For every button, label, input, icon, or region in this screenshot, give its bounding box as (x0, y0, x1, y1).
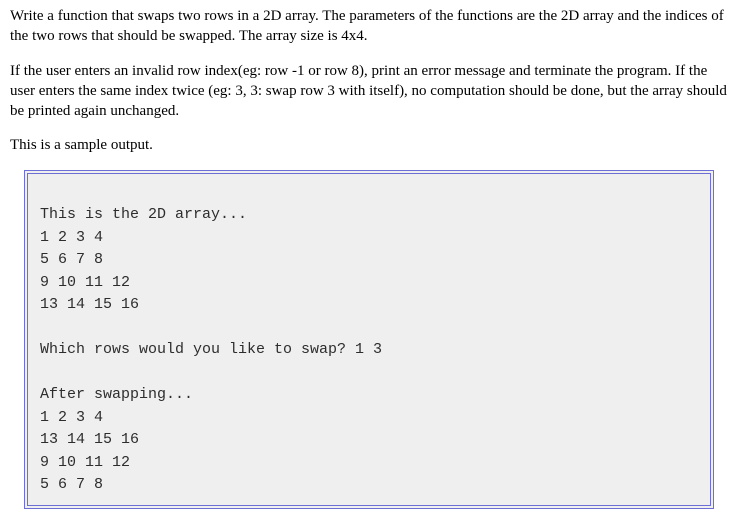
problem-paragraph-1: Write a function that swaps two rows in … (10, 6, 728, 47)
array-row-2: 9 10 11 12 (40, 274, 130, 291)
problem-paragraph-2: If the user enters an invalid row index(… (10, 61, 728, 122)
after-swap-label: After swapping... (40, 386, 193, 403)
output-header: This is the 2D array... (40, 206, 247, 223)
sample-output-box: This is the 2D array... 1 2 3 4 5 6 7 8 … (24, 170, 714, 509)
array-row-0: 1 2 3 4 (40, 229, 103, 246)
swap-prompt: Which rows would you like to swap? 1 3 (40, 341, 382, 358)
array-row-1: 5 6 7 8 (40, 251, 103, 268)
after-row-3: 5 6 7 8 (40, 476, 103, 493)
after-row-1: 13 14 15 16 (40, 431, 139, 448)
after-row-2: 9 10 11 12 (40, 454, 130, 471)
sample-output-label: This is a sample output. (10, 135, 728, 155)
array-row-3: 13 14 15 16 (40, 296, 139, 313)
after-row-0: 1 2 3 4 (40, 409, 103, 426)
